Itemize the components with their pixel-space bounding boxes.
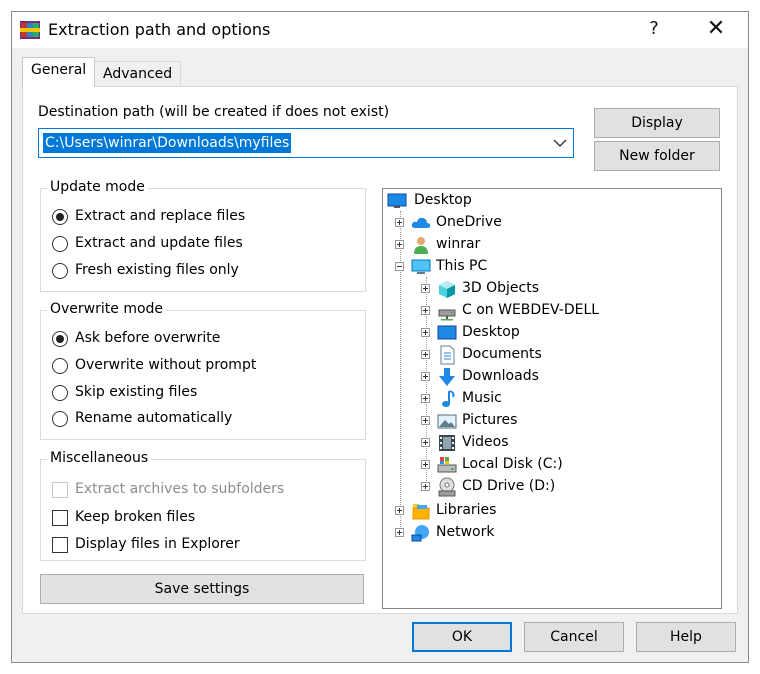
expand-icon[interactable] [421,416,430,425]
ok-button[interactable]: OK [412,622,512,652]
tree-node-label[interactable]: Downloads [462,368,539,384]
radio-label[interactable]: Extract and update files [75,235,243,251]
cube-icon [439,281,455,298]
overwrite-mode-legend: Overwrite mode [47,301,167,317]
tab-general[interactable]: General [22,57,96,87]
radio-button[interactable] [52,209,68,225]
tree-node-label[interactable]: Videos [462,434,509,450]
network-icon [411,525,429,542]
radio-button[interactable] [52,236,68,252]
collapse-icon[interactable] [395,262,404,271]
download-icon [439,368,455,386]
help-button[interactable]: Help [636,622,736,652]
picture-icon [437,414,457,429]
tree-node-label[interactable]: Network [436,524,494,540]
tree-node-label[interactable]: Documents [462,346,542,362]
cd-icon [438,477,456,497]
expand-icon[interactable] [421,394,430,403]
checkbox-label[interactable]: Display files in Explorer [75,536,240,552]
overwrite-mode-group: Overwrite mode Ask before overwrite Over… [40,301,366,440]
expand-icon[interactable] [395,506,404,515]
expand-icon[interactable] [421,372,430,381]
winrar-app-icon [20,21,40,39]
extraction-dialog: Extraction path and options ? ✕ General … [11,11,749,663]
tab-advanced[interactable]: Advanced [94,61,182,87]
radio-label[interactable]: Extract and replace files [75,208,245,224]
update-mode-legend: Update mode [47,179,148,195]
music-icon [442,390,455,407]
cloud-icon [411,217,431,228]
checkbox-label: Extract archives to subfolders [75,481,285,497]
video-icon [439,435,455,451]
checkbox[interactable] [52,537,68,553]
tree-node-label[interactable]: CD Drive (D:) [462,478,555,494]
help-title-button[interactable]: ? [630,12,678,48]
library-icon [412,504,430,520]
network-drive-icon [438,309,456,321]
chevron-down-icon[interactable] [553,138,567,148]
expand-icon[interactable] [395,218,404,227]
destination-path-combobox[interactable]: C:\Users\winrar\Downloads\myfiles [38,128,574,158]
destination-path-value[interactable]: C:\Users\winrar\Downloads\myfiles [43,133,292,153]
tree-node-label[interactable]: Pictures [462,412,517,428]
expand-icon[interactable] [421,482,430,491]
tree-node-label[interactable]: OneDrive [436,214,502,230]
desktop-icon [387,193,407,208]
dialog-title: Extraction path and options [48,20,271,39]
radio-button[interactable] [52,411,68,427]
document-icon [440,345,455,365]
tree-node-label[interactable]: Local Disk (C:) [462,456,563,472]
update-mode-group: Update mode Extract and replace files Ex… [40,179,366,292]
expand-icon[interactable] [421,328,430,337]
expand-icon[interactable] [421,350,430,359]
new-folder-button[interactable]: New folder [594,141,720,171]
checkbox [52,482,68,498]
miscellaneous-group: Miscellaneous Extract archives to subfol… [40,450,366,561]
user-icon [414,237,428,254]
save-settings-button[interactable]: Save settings [40,574,364,604]
expand-icon[interactable] [395,240,404,249]
radio-button[interactable] [52,263,68,279]
tree-node-label[interactable]: This PC [436,258,487,274]
expand-icon[interactable] [421,460,430,469]
tree-node-label[interactable]: Desktop [462,324,520,340]
tree-node-label[interactable]: Music [462,390,502,406]
tree-guide-line [400,211,401,533]
disk-icon [437,457,457,473]
folder-tree[interactable]: Desktop OneDrive winrar This PC 3D Objec… [382,188,722,609]
miscellaneous-legend: Miscellaneous [47,450,152,466]
destination-path-label: Destination path (will be created if doe… [38,104,390,120]
tree-node-label[interactable]: winrar [436,236,480,252]
tree-node-label[interactable]: Libraries [436,502,496,518]
close-button[interactable]: ✕ [692,12,740,48]
radio-label[interactable]: Rename automatically [75,410,232,426]
expand-icon[interactable] [421,306,430,315]
radio-label[interactable]: Ask before overwrite [75,330,220,346]
display-button[interactable]: Display [594,108,720,138]
radio-button[interactable] [52,385,68,401]
tree-node-label[interactable]: Desktop [414,192,472,208]
checkbox[interactable] [52,510,68,526]
desktop-icon [437,325,457,340]
title-bar: Extraction path and options ? ✕ [12,12,748,48]
expand-icon[interactable] [395,528,404,537]
general-tab-panel: Destination path (will be created if doe… [22,86,738,614]
cancel-button[interactable]: Cancel [524,622,624,652]
radio-button[interactable] [52,331,68,347]
expand-icon[interactable] [421,284,430,293]
radio-button[interactable] [52,358,68,374]
expand-icon[interactable] [421,438,430,447]
tree-node-label[interactable]: 3D Objects [462,280,539,296]
radio-label[interactable]: Overwrite without prompt [75,357,256,373]
radio-label[interactable]: Fresh existing files only [75,262,239,278]
radio-label[interactable]: Skip existing files [75,384,197,400]
computer-icon [411,259,431,274]
tree-node-label[interactable]: C on WEBDEV-DELL [462,302,599,318]
checkbox-label[interactable]: Keep broken files [75,509,195,525]
